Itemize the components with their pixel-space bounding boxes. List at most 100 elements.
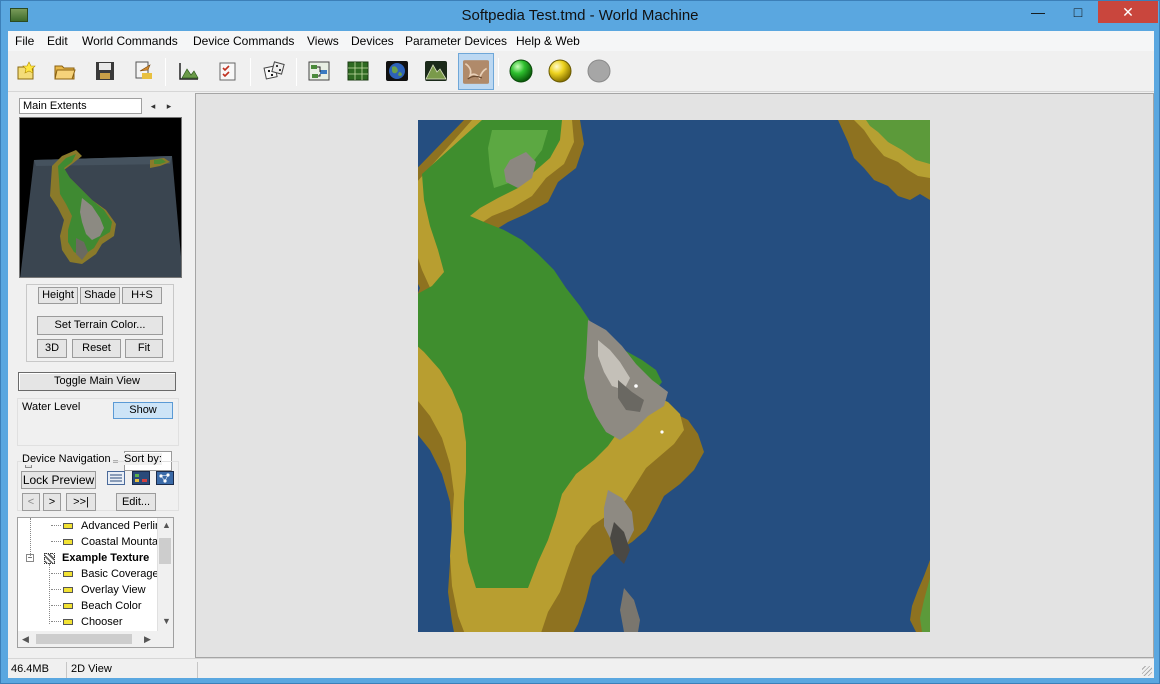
toolbar-separator	[250, 58, 251, 86]
toggle-main-view-button[interactable]: Toggle Main View	[18, 372, 176, 391]
checklist-icon	[219, 62, 236, 81]
tree-item-label: Basic Coverage	[81, 568, 159, 580]
tree-item[interactable]: Beach Color	[18, 598, 158, 614]
scroll-left-icon[interactable]: ◀	[22, 634, 29, 645]
new-world-icon	[17, 61, 36, 80]
tree-item-label: Advanced Perlin	[81, 520, 162, 532]
device-group-icon	[44, 553, 55, 564]
menu-file[interactable]: File	[15, 34, 34, 48]
build-terrain-button[interactable]	[174, 56, 204, 86]
left-panel: Main Extents ◂ ▸ Height Shade H+S Set Te…	[8, 93, 188, 650]
view-mode-status: 2D View	[68, 662, 198, 678]
tree-item[interactable]: Advanced Perlin	[18, 518, 162, 534]
nav-next-button[interactable]: >	[43, 493, 61, 511]
3d-view-button[interactable]	[421, 56, 451, 86]
save-button[interactable]	[90, 56, 120, 86]
nav-last-button[interactable]: >>|	[66, 493, 96, 511]
menu-world-commands[interactable]: World Commands	[82, 34, 178, 48]
device-node-icon	[63, 587, 73, 593]
sort-by-type-button[interactable]	[132, 471, 150, 485]
resize-grip[interactable]	[1142, 666, 1152, 676]
client-area: File Edit World Commands Device Commands…	[8, 31, 1154, 678]
set-terrain-color-button[interactable]: Set Terrain Color...	[37, 316, 163, 335]
scroll-right-icon[interactable]: ▶	[144, 634, 151, 645]
scroll-up-icon[interactable]: ▲	[162, 520, 171, 530]
sort-by-graph-button[interactable]	[156, 471, 174, 485]
3d-terrain-preview-image	[20, 150, 181, 277]
checklist-button[interactable]	[213, 56, 243, 86]
tree-item-label: Beach Color	[81, 600, 142, 612]
device-node-icon	[63, 571, 73, 577]
minimize-button[interactable]: —	[1018, 1, 1058, 23]
extent-selector[interactable]: Main Extents	[19, 98, 142, 114]
3d-preview[interactable]	[19, 117, 182, 278]
tree-item[interactable]: Chooser	[18, 614, 158, 630]
toolbar	[8, 52, 1154, 92]
green-build-light	[509, 59, 533, 83]
tree-item[interactable]: Basic Coverage	[18, 566, 159, 582]
height-shade-mode-button[interactable]: H+S	[122, 287, 162, 304]
window-title: Softpedia Test.tmd - World Machine	[461, 7, 699, 24]
menu-device-commands[interactable]: Device Commands	[193, 34, 294, 48]
tree-item-label: Chooser	[81, 616, 123, 628]
yellow-build-button[interactable]	[545, 56, 575, 86]
2d-view-button[interactable]	[458, 53, 494, 90]
sort-by-list-button[interactable]	[107, 471, 125, 485]
save-disk-icon	[96, 62, 114, 80]
collapse-icon[interactable]: −	[26, 554, 34, 562]
sort-list-icon	[107, 471, 125, 485]
scroll-down-icon[interactable]: ▼	[162, 616, 171, 626]
title-bar[interactable]: Softpedia Test.tmd - World Machine — □ ✕	[1, 1, 1159, 31]
shade-mode-button[interactable]: Shade	[80, 287, 120, 304]
2d-view-icon	[463, 59, 489, 84]
tree-item[interactable]: Overlay View	[18, 582, 158, 598]
menu-edit[interactable]: Edit	[47, 34, 68, 48]
layout-view-button[interactable]	[343, 56, 373, 86]
3d-view-icon	[425, 61, 447, 81]
tree-group-label: Example Texture	[62, 552, 150, 564]
open-folder-icon	[54, 65, 76, 80]
random-button[interactable]	[259, 56, 289, 86]
main-view[interactable]	[195, 93, 1154, 658]
fit-button[interactable]: Fit	[125, 339, 163, 358]
status-bar: 46.4MB 2D View	[8, 658, 1154, 678]
water-level-label: Water Level	[22, 401, 81, 413]
nav-prev-button[interactable]: <	[22, 493, 40, 511]
tree-horizontal-scrollbar[interactable]: ◀ ▶	[18, 631, 173, 647]
app-window: Softpedia Test.tmd - World Machine — □ ✕…	[0, 0, 1160, 684]
lock-preview-button[interactable]: Lock Preview	[21, 471, 96, 489]
tree-vertical-scrollbar[interactable]: ▲ ▼	[157, 518, 173, 631]
extent-prev-button[interactable]: ◂	[146, 98, 160, 114]
tree-vertical-scroll-thumb[interactable]	[159, 538, 171, 564]
height-mode-button[interactable]: Height	[38, 287, 78, 304]
device-node-icon	[63, 539, 73, 545]
edit-device-button[interactable]: Edit...	[116, 493, 156, 511]
menu-devices[interactable]: Devices	[351, 34, 394, 48]
close-button[interactable]: ✕	[1098, 1, 1158, 23]
menu-help-web[interactable]: Help & Web	[516, 34, 580, 48]
export-icon	[135, 61, 152, 79]
device-view-button[interactable]	[304, 56, 334, 86]
terrain-2d-view[interactable]	[418, 120, 930, 632]
tree-item[interactable]: Coastal Mountains	[18, 534, 172, 550]
open-button[interactable]	[50, 56, 80, 86]
export-button[interactable]	[128, 56, 158, 86]
reset-button[interactable]: Reset	[72, 339, 121, 358]
green-build-button[interactable]	[506, 56, 536, 86]
new-world-button[interactable]	[12, 56, 42, 86]
tree-horizontal-scroll-thumb[interactable]	[36, 634, 132, 644]
world-view-button[interactable]	[382, 56, 412, 86]
tree-group[interactable]: − Example Texture	[18, 550, 158, 566]
device-tree[interactable]: Advanced Perlin Coastal Mountains − Exam…	[17, 517, 174, 648]
menu-views[interactable]: Views	[307, 34, 339, 48]
3d-button[interactable]: 3D	[37, 339, 67, 358]
extent-next-button[interactable]: ▸	[162, 98, 176, 114]
terrain-heightmap-image	[418, 120, 930, 632]
world-globe-icon	[386, 61, 408, 81]
gray-build-button[interactable]	[584, 56, 614, 86]
water-show-button[interactable]: Show	[113, 402, 173, 419]
device-navigation-label: Device Navigation	[22, 453, 113, 465]
menu-parameter-devices[interactable]: Parameter Devices	[405, 34, 507, 48]
random-dice-icon	[263, 61, 285, 80]
maximize-button[interactable]: □	[1058, 1, 1098, 23]
